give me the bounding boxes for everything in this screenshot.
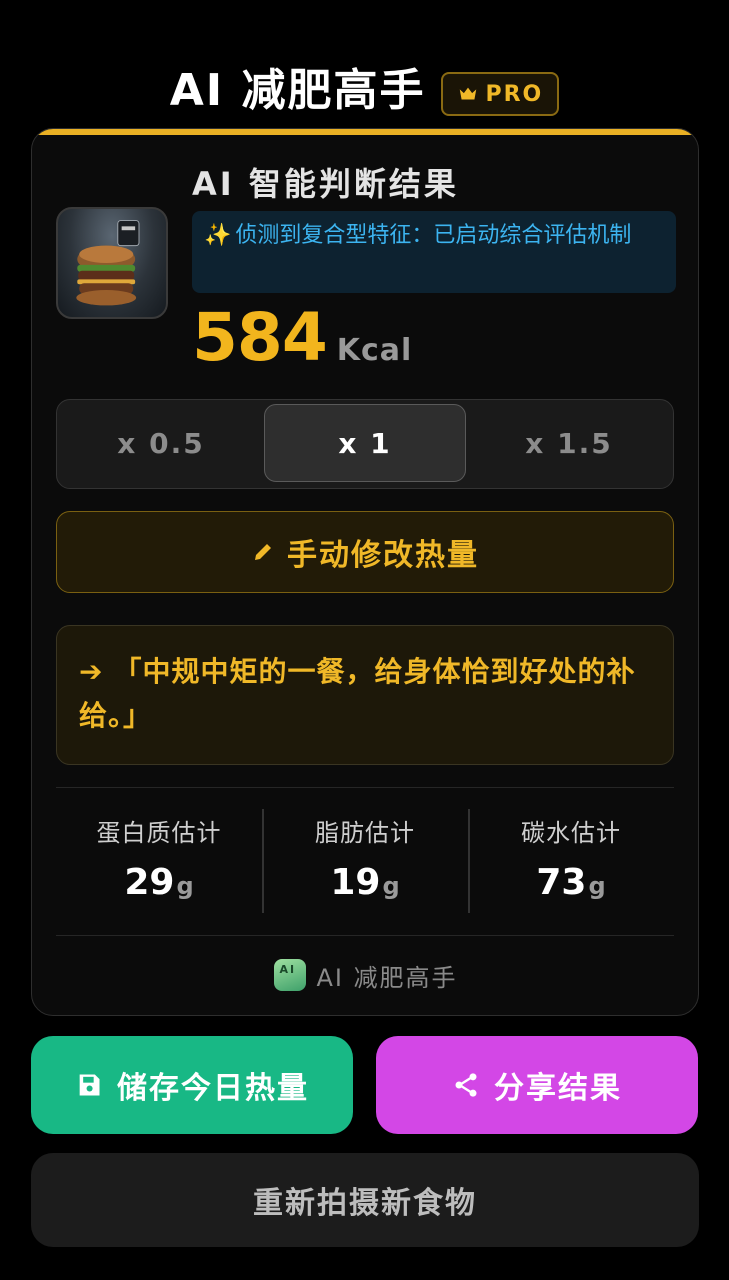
save-calories-button[interactable]: 储存今日热量	[31, 1036, 353, 1134]
portion-option-half[interactable]: x 0.5	[61, 404, 261, 482]
macro-carbs: 碳水估计 73 g	[468, 807, 674, 913]
pencil-icon	[255, 544, 271, 560]
sparkle-icon: ✨	[204, 223, 232, 248]
result-card: AI 智能判断结果 ✨ 侦测到复合型特征：已启动综合评估机制 584 Kcal x…	[31, 128, 699, 1016]
calorie-value: 584	[192, 299, 328, 376]
macro-label: 蛋白质估计	[96, 819, 222, 847]
macro-value: 19	[330, 862, 381, 903]
share-result-button[interactable]: 分享结果	[376, 1036, 698, 1134]
result-title: AI 智能判断结果	[192, 165, 459, 203]
crown-icon	[460, 87, 477, 100]
app-logo-icon: AI	[274, 959, 307, 991]
pro-badge[interactable]: PRO	[441, 72, 560, 116]
save-label: 储存今日热量	[117, 1071, 309, 1106]
manual-edit-label: 手动修改热量	[287, 538, 479, 573]
ai-comment-text: 「中规中矩的一餐，给身体恰到好处的补给。」	[79, 655, 636, 732]
detection-note: ✨ 侦测到复合型特征：已启动综合评估机制	[192, 211, 676, 293]
macro-protein: 蛋白质估计 29 g	[56, 807, 262, 913]
manual-edit-calories-button[interactable]: 手动修改热量	[56, 511, 674, 593]
burger-image	[76, 220, 140, 306]
macro-summary: 蛋白质估计 29 g 脂肪估计 19 g 碳水估计 73 g	[56, 807, 674, 913]
macro-value: 73	[536, 862, 587, 903]
macro-label: 碳水估计	[521, 819, 621, 847]
portion-option-one-and-half[interactable]: x 1.5	[469, 404, 669, 482]
app-title: AI 减肥高手	[169, 65, 426, 116]
share-label: 分享结果	[494, 1071, 622, 1106]
retake-label: 重新拍摄新食物	[253, 1186, 477, 1221]
macro-label: 脂肪估计	[315, 819, 415, 847]
ai-comment: ➔ 「中规中矩的一餐，给身体恰到好处的补给。」	[56, 625, 674, 765]
arrow-right-icon: ➔	[79, 655, 104, 688]
retake-photo-button[interactable]: 重新拍摄新食物	[31, 1153, 699, 1247]
footer-brand-text: AI 减肥高手	[316, 963, 458, 992]
macro-unit: g	[588, 872, 606, 900]
macro-fat: 脂肪估计 19 g	[262, 807, 468, 913]
calorie-unit: Kcal	[336, 333, 413, 368]
footer-brand: AI AI 减肥高手	[32, 955, 698, 995]
divider	[56, 935, 674, 936]
portion-option-single[interactable]: x 1	[264, 404, 466, 482]
portion-multiplier-selector: x 0.5 x 1 x 1.5	[56, 399, 674, 489]
macro-value: 29	[124, 862, 175, 903]
macro-unit: g	[382, 872, 400, 900]
save-icon	[79, 1074, 100, 1096]
divider	[56, 787, 674, 788]
pro-badge-label: PRO	[485, 81, 544, 107]
share-icon	[455, 1073, 477, 1097]
detection-note-text: 侦测到复合型特征：已启动综合评估机制	[235, 223, 632, 248]
macro-unit: g	[176, 872, 194, 900]
app-header: AI 减肥高手 PRO	[0, 56, 729, 126]
calorie-readout: 584 Kcal	[192, 299, 413, 376]
card-accent-bar	[32, 129, 698, 135]
food-photo-thumbnail[interactable]	[56, 207, 168, 319]
